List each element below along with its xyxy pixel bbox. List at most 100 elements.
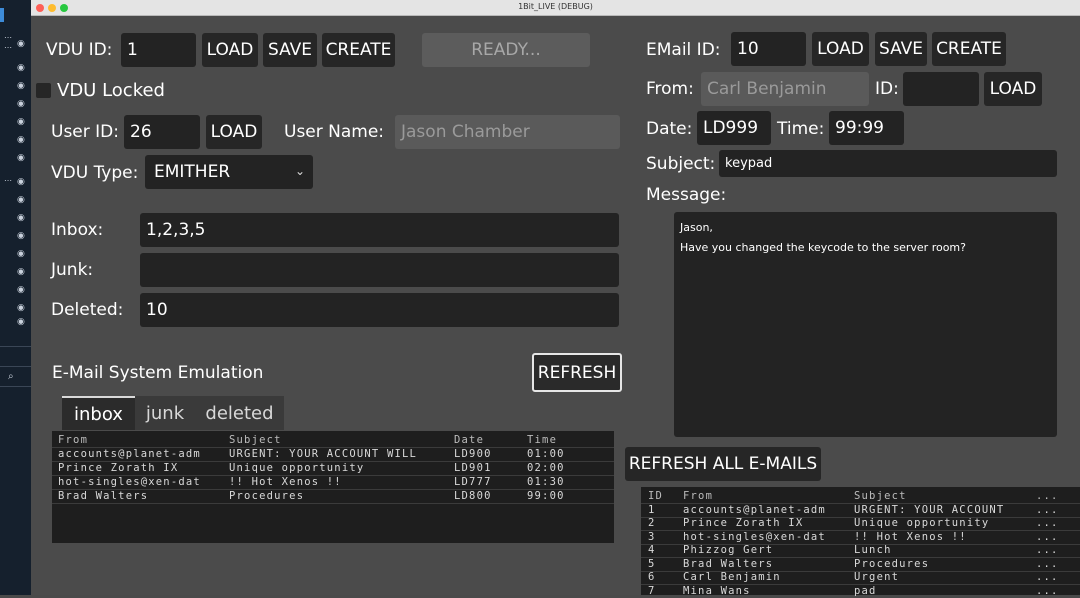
- cell-id: 5: [648, 558, 656, 570]
- table-row[interactable]: 3 hot-singles@xen-dat !! Hot Xenos !! ..…: [641, 531, 1080, 545]
- visibility-icon[interactable]: ◉: [17, 82, 25, 91]
- cell-more: ...: [1036, 531, 1059, 543]
- search-icon[interactable]: ⌕: [8, 371, 14, 382]
- cell-date: LD800: [454, 490, 492, 502]
- tab-junk[interactable]: junk: [135, 396, 195, 430]
- vdu-create-button[interactable]: CREATE: [322, 33, 395, 67]
- cell-from: Brad Walters: [683, 558, 774, 570]
- visibility-icon[interactable]: ◉: [17, 304, 25, 313]
- refresh-all-emails-button[interactable]: REFRESH ALL E-MAILS: [625, 447, 821, 481]
- table-row[interactable]: Brad Walters Procedures LD800 99:00: [52, 490, 614, 504]
- cell-time: 01:00: [527, 448, 565, 460]
- cell-subject: Procedures: [854, 558, 930, 570]
- user-id-label: User ID:: [51, 122, 119, 142]
- all-emails-table: ID From Subject ... 1 accounts@planet-ad…: [641, 487, 1080, 598]
- time-input[interactable]: 99:99: [829, 111, 904, 145]
- tab-inbox[interactable]: inbox: [62, 396, 135, 430]
- cell-from: hot-singles@xen-dat: [683, 531, 826, 543]
- subject-label: Subject:: [646, 154, 716, 174]
- chevron-down-icon: ⌄: [294, 164, 305, 178]
- message-textarea[interactable]: Jason, Have you changed the keycode to t…: [674, 212, 1057, 437]
- from-field: Carl Benjamin: [701, 72, 869, 106]
- table-row[interactable]: hot-singles@xen-dat !! Hot Xenos !! LD77…: [52, 476, 614, 490]
- table-row[interactable]: 6 Carl Benjamin Urgent ...: [641, 571, 1080, 585]
- from-label: From:: [646, 79, 694, 99]
- visibility-icon[interactable]: ◉: [17, 196, 25, 205]
- vdu-locked-label: VDU Locked: [57, 80, 165, 101]
- visibility-icon[interactable]: ◉: [17, 178, 25, 187]
- window-title: 1Bit_LIVE (DEBUG): [518, 2, 593, 11]
- visibility-icon[interactable]: ◉: [17, 318, 25, 327]
- message-line: Have you changed the keycode to the serv…: [680, 241, 966, 254]
- table-row[interactable]: accounts@planet-adm URGENT: YOUR ACCOUNT…: [52, 448, 614, 462]
- email-id-input[interactable]: 10: [731, 32, 806, 66]
- signal-icon: ⋯: [4, 43, 12, 52]
- email-load-button[interactable]: LOAD: [812, 32, 869, 66]
- vdu-locked-checkbox[interactable]: [36, 83, 51, 98]
- cell-id: 3: [648, 531, 656, 543]
- refresh-button[interactable]: REFRESH: [532, 353, 622, 392]
- vdu-save-button[interactable]: SAVE: [263, 33, 317, 67]
- col-time-header: Time: [527, 434, 558, 446]
- message-label: Message:: [646, 185, 727, 205]
- cell-from: hot-singles@xen-dat: [58, 476, 201, 488]
- user-id-input[interactable]: 26: [124, 115, 200, 149]
- visibility-icon[interactable]: ◉: [17, 250, 25, 259]
- subject-input[interactable]: keypad: [719, 150, 1057, 177]
- user-name-field: Jason Chamber: [395, 115, 620, 149]
- table-row[interactable]: Prince Zorath IX Unique opportunity LD90…: [52, 462, 614, 476]
- cell-more: ...: [1036, 517, 1059, 529]
- from-load-button[interactable]: LOAD: [984, 72, 1042, 106]
- table-row[interactable]: 7 Mina Wans pad ...: [641, 585, 1080, 598]
- visibility-icon[interactable]: ◉: [17, 268, 25, 277]
- vdu-load-button[interactable]: LOAD: [202, 33, 258, 67]
- email-create-button[interactable]: CREATE: [932, 32, 1006, 66]
- cell-time: 99:00: [527, 490, 565, 502]
- visibility-icon[interactable]: ◉: [17, 136, 25, 145]
- visibility-icon[interactable]: ◉: [17, 64, 25, 73]
- cell-time: 01:30: [527, 476, 565, 488]
- cell-more: ...: [1036, 585, 1059, 597]
- from-id-label: ID:: [875, 79, 899, 99]
- table-row[interactable]: 1 accounts@planet-adm URGENT: YOUR ACCOU…: [641, 504, 1080, 518]
- message-line: Jason,: [680, 221, 713, 234]
- cell-id: 4: [648, 544, 656, 556]
- cell-from: Phizzog Gert: [683, 544, 774, 556]
- cell-more: ...: [1036, 504, 1059, 516]
- from-id-input[interactable]: [903, 72, 979, 106]
- table-row[interactable]: 4 Phizzog Gert Lunch ...: [641, 544, 1080, 558]
- cell-subject: Urgent: [854, 571, 900, 583]
- junk-label: Junk:: [51, 260, 94, 280]
- vdu-id-input[interactable]: 1: [121, 33, 196, 67]
- junk-input[interactable]: [140, 253, 619, 287]
- vdu-type-select[interactable]: EMITHER ⌄: [145, 155, 313, 189]
- col-more-header: ...: [1036, 490, 1059, 502]
- table-row[interactable]: 5 Brad Walters Procedures ...: [641, 558, 1080, 572]
- col-id-header: ID: [648, 490, 664, 502]
- date-input[interactable]: LD999: [697, 111, 771, 145]
- cell-more: ...: [1036, 571, 1059, 583]
- cell-subject: URGENT: YOUR ACCOUNT WILL: [229, 448, 418, 460]
- user-load-button[interactable]: LOAD: [206, 115, 262, 149]
- inbox-label: Inbox:: [51, 220, 104, 240]
- email-save-button[interactable]: SAVE: [875, 32, 927, 66]
- deleted-input[interactable]: 10: [140, 293, 619, 327]
- cell-more: ...: [1036, 558, 1059, 570]
- visibility-icon[interactable]: ◉: [17, 154, 25, 163]
- cell-subject: !! Hot Xenos !!: [854, 531, 967, 543]
- visibility-icon[interactable]: ◉: [17, 118, 25, 127]
- editor-side-strip: ⋯ ◉ ⋯ ◉ ◉ ◉ ◉ ◉ ◉ ⋯ ◉ ◉ ◉ ◉ ◉ ◉ ◉ ◉ ◉ ⌕: [0, 0, 31, 595]
- visibility-icon[interactable]: ◉: [17, 100, 25, 109]
- inbox-input[interactable]: 1,2,3,5: [140, 213, 619, 247]
- window-titlebar: 1Bit_LIVE (DEBUG): [31, 0, 1080, 16]
- visibility-icon[interactable]: ◉: [17, 214, 25, 223]
- signal-icon: ⋯: [4, 176, 12, 185]
- visibility-icon[interactable]: ◉: [17, 40, 25, 49]
- visibility-icon[interactable]: ◉: [17, 232, 25, 241]
- cell-from: Brad Walters: [58, 490, 149, 502]
- visibility-icon[interactable]: ◉: [17, 286, 25, 295]
- tab-deleted[interactable]: deleted: [195, 396, 284, 430]
- col-from-header: From: [683, 490, 714, 502]
- table-row[interactable]: 2 Prince Zorath IX Unique opportunity ..…: [641, 517, 1080, 531]
- cell-id: 2: [648, 517, 656, 529]
